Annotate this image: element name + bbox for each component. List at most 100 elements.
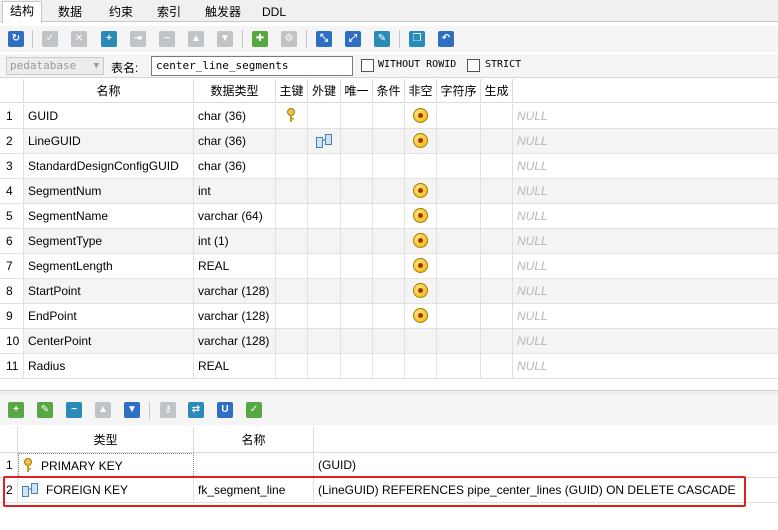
default-cell[interactable]: NULL [513,254,778,279]
column-type-cell[interactable]: char (36) [194,154,276,179]
constraint-definition-cell[interactable]: (GUID) [314,453,778,478]
unique-cell[interactable] [341,279,373,304]
collation-cell[interactable] [437,254,481,279]
check-cell[interactable] [373,329,405,354]
constraint-name-cell[interactable] [194,453,314,478]
collation-cell[interactable] [437,129,481,154]
add-constraint-button[interactable]: + [6,400,26,420]
notnull-cell[interactable] [405,279,437,304]
constraint-name-cell[interactable]: fk_segment_line [194,478,314,503]
column-type-cell[interactable]: REAL [194,354,276,379]
pk-cell[interactable] [276,204,308,229]
default-cell[interactable]: NULL [513,304,778,329]
column-type-cell[interactable]: int [194,179,276,204]
delete-constraint-button[interactable]: − [64,400,84,420]
column-type-cell[interactable]: varchar (128) [194,279,276,304]
unique-cell[interactable] [341,204,373,229]
column-header-check[interactable]: 条件 [373,79,405,103]
tab-indexes[interactable]: 索引 [146,2,192,22]
edit-constraint-button[interactable]: ✎ [35,400,55,420]
add-fk-button[interactable]: ⇄ [186,400,206,420]
unique-cell[interactable] [341,129,373,154]
column-type-cell[interactable]: varchar (128) [194,304,276,329]
check-cell[interactable] [373,179,405,204]
table-row[interactable]: 6 SegmentType int (1) NULL [0,229,778,254]
check-cell[interactable] [373,279,405,304]
notnull-cell[interactable] [405,304,437,329]
copy-button[interactable]: ❐ [407,29,427,49]
table-row[interactable]: 3 StandardDesignConfigGUID char (36) NULL [0,154,778,179]
notnull-cell[interactable] [405,354,437,379]
default-cell[interactable]: NULL [513,154,778,179]
collation-cell[interactable] [437,154,481,179]
pk-cell[interactable] [276,129,308,154]
generated-cell[interactable] [481,329,513,354]
notnull-cell[interactable] [405,229,437,254]
column-type-cell[interactable]: varchar (128) [194,329,276,354]
table-row[interactable]: 8 StartPoint varchar (128) NULL [0,279,778,304]
constraint-row[interactable]: 2 FOREIGN KEY fk_segment_line (LineGUID) RE… [0,478,778,503]
unique-cell[interactable] [341,154,373,179]
notnull-cell[interactable] [405,104,437,129]
column-type-cell[interactable]: REAL [194,254,276,279]
constraint-type-cell[interactable]: FOREIGN KEY [18,478,194,503]
column-type-cell[interactable]: char (36) [194,129,276,154]
table-row[interactable]: 7 SegmentLength REAL NULL [0,254,778,279]
fk-cell[interactable] [308,154,341,179]
fk-cell[interactable] [308,354,341,379]
fk-cell[interactable] [308,179,341,204]
unique-cell[interactable] [341,354,373,379]
undo-button[interactable]: ↶ [436,29,456,49]
check-cell[interactable] [373,254,405,279]
check-cell[interactable] [373,104,405,129]
pk-cell[interactable] [276,104,308,129]
notnull-cell[interactable] [405,129,437,154]
column-header-name[interactable]: 名称 [24,79,194,103]
column-header-generated[interactable]: 生成 [481,79,513,103]
column-header-pk[interactable]: 主键 [276,79,308,103]
column-name-cell[interactable]: CenterPoint [24,329,194,354]
column-name-cell[interactable]: SegmentNum [24,179,194,204]
column-name-cell[interactable]: StartPoint [24,279,194,304]
tab-data[interactable]: 数据 [46,2,94,22]
notnull-cell[interactable] [405,204,437,229]
table-row[interactable]: 5 SegmentName varchar (64) NULL [0,204,778,229]
default-cell[interactable]: NULL [513,179,778,204]
pk-cell[interactable] [276,154,308,179]
strict-checkbox[interactable] [467,59,480,72]
column-header-fk[interactable]: 外键 [308,79,341,103]
refresh-button[interactable]: ↻ [6,29,26,49]
column-type-cell[interactable]: int (1) [194,229,276,254]
fk-cell[interactable] [308,229,341,254]
move-up-button[interactable]: ▲ [186,29,206,49]
column-name-cell[interactable]: EndPoint [24,304,194,329]
table-row[interactable]: 11 Radius REAL NULL [0,354,778,379]
table-row[interactable]: 4 SegmentNum int NULL [0,179,778,204]
collation-cell[interactable] [437,229,481,254]
default-cell[interactable]: NULL [513,329,778,354]
add-column-button[interactable]: + [99,29,119,49]
collation-cell[interactable] [437,279,481,304]
tab-triggers[interactable]: 触发器 [194,2,252,22]
generated-cell[interactable] [481,279,513,304]
collation-cell[interactable] [437,304,481,329]
default-cell[interactable]: NULL [513,354,778,379]
settings-button[interactable]: ⚙ [279,29,299,49]
notnull-cell[interactable] [405,179,437,204]
collation-cell[interactable] [437,354,481,379]
expand-button[interactable]: ⤢ [343,29,363,49]
column-header-notnull[interactable]: 非空 [405,79,437,103]
commit-button[interactable]: ✓ [40,29,60,49]
constraint-definition-cell[interactable]: (LineGUID) REFERENCES pipe_center_lines … [314,478,778,503]
default-cell[interactable]: NULL [513,204,778,229]
check-cell[interactable] [373,154,405,179]
column-header-unique[interactable]: 唯一 [341,79,373,103]
notnull-cell[interactable] [405,254,437,279]
add-check-button[interactable]: ✓ [244,400,264,420]
fk-cell[interactable] [308,304,341,329]
pk-cell[interactable] [276,254,308,279]
unique-cell[interactable] [341,179,373,204]
check-cell[interactable] [373,129,405,154]
fk-cell[interactable] [308,129,341,154]
collation-cell[interactable] [437,179,481,204]
